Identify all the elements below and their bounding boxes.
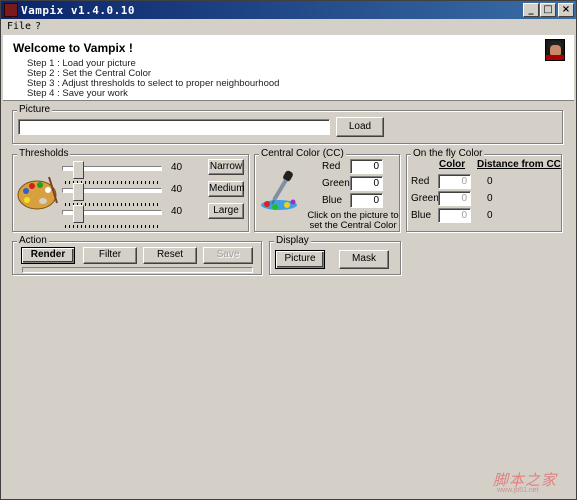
picture-display-button[interactable]: Picture xyxy=(275,250,325,269)
otf-green-distance: 0 xyxy=(487,193,493,204)
app-window: Vampix v1.4.0.10 _ □ × File ? Welcome to… xyxy=(0,0,577,500)
minimize-button[interactable]: _ xyxy=(523,3,539,17)
otf-green-field: 0 xyxy=(438,191,471,206)
action-group: Action Render Filter Reset Save xyxy=(12,235,262,275)
otf-blue-distance: 0 xyxy=(487,210,493,221)
otf-red-field: 0 xyxy=(438,174,471,189)
cc-red-field[interactable]: 0 xyxy=(350,159,383,174)
central-color-legend: Central Color (CC) xyxy=(259,148,346,159)
load-button[interactable]: Load xyxy=(336,117,384,137)
otf-red-distance: 0 xyxy=(487,176,493,187)
reset-button[interactable]: Reset xyxy=(143,247,197,264)
cc-green-field[interactable]: 0 xyxy=(350,176,383,191)
mask-display-button[interactable]: Mask xyxy=(339,250,389,269)
close-button[interactable]: × xyxy=(558,3,574,17)
site-watermark-url: www.jb51.net xyxy=(497,487,539,494)
otf-green-label: Green xyxy=(411,193,439,204)
on-the-fly-legend: On the fly Color xyxy=(411,148,485,159)
display-legend: Display xyxy=(274,235,311,246)
threshold-value-3: 40 xyxy=(171,206,183,217)
threshold-value-2: 40 xyxy=(171,184,183,195)
threshold-slider-1[interactable] xyxy=(62,161,162,184)
medium-button[interactable]: Medium xyxy=(208,181,245,197)
welcome-heading: Welcome to Vampix ! xyxy=(13,41,133,55)
eyedropper-icon xyxy=(261,170,297,210)
action-legend: Action xyxy=(17,235,49,246)
threshold-slider-2[interactable] xyxy=(62,183,162,206)
menu-file[interactable]: File xyxy=(7,21,31,32)
menu-bar: File ? xyxy=(1,19,576,35)
render-button[interactable]: Render xyxy=(21,247,75,264)
cc-red-label: Red xyxy=(322,161,341,172)
otf-blue-label: Blue xyxy=(411,210,432,221)
cc-hint: Click on the picture to set the Central … xyxy=(307,210,399,231)
threshold-slider-3[interactable] xyxy=(62,205,162,228)
color-header: Color xyxy=(439,159,466,170)
menu-help[interactable]: ? xyxy=(35,21,41,32)
author-avatar xyxy=(545,39,565,61)
app-icon[interactable] xyxy=(4,3,18,17)
render-progress-bar xyxy=(22,267,253,273)
cc-blue-label: Blue xyxy=(322,195,343,206)
threshold-value-1: 40 xyxy=(171,162,183,173)
thresholds-group: Thresholds 40 40 40 Narrow Medium Large xyxy=(12,148,249,232)
picture-group: Picture Load xyxy=(12,104,563,144)
distance-header: Distance from CC xyxy=(477,159,561,170)
cc-green-label: Green xyxy=(322,178,350,189)
save-button: Save xyxy=(203,247,253,264)
cc-blue-field[interactable]: 0 xyxy=(350,193,383,208)
palette-icon xyxy=(17,176,58,210)
picture-legend: Picture xyxy=(17,104,53,115)
display-group: Display Picture Mask xyxy=(269,235,401,275)
filter-button[interactable]: Filter xyxy=(83,247,137,264)
on-the-fly-group: On the fly Color Color Distance from CC … xyxy=(406,148,562,232)
large-button[interactable]: Large xyxy=(208,203,244,219)
narrow-button[interactable]: Narrow xyxy=(208,159,244,175)
steps-list: Step 1 : Load your picture Step 2 : Set … xyxy=(27,59,279,99)
step-4: Step 4 : Save your work xyxy=(27,88,128,99)
window-title: Vampix v1.4.0.10 xyxy=(21,4,135,17)
title-bar[interactable]: Vampix v1.4.0.10 _ □ × xyxy=(1,1,576,19)
central-color-group: Central Color (CC) Red 0 Green 0 Blue 0 … xyxy=(254,148,400,232)
maximize-button[interactable]: □ xyxy=(540,3,556,17)
welcome-panel: Welcome to Vampix ! Step 1 : Load your p… xyxy=(3,35,574,101)
thresholds-legend: Thresholds xyxy=(17,148,71,159)
otf-blue-field: 0 xyxy=(438,208,471,223)
picture-path-field[interactable] xyxy=(18,119,330,135)
otf-red-label: Red xyxy=(411,176,430,187)
